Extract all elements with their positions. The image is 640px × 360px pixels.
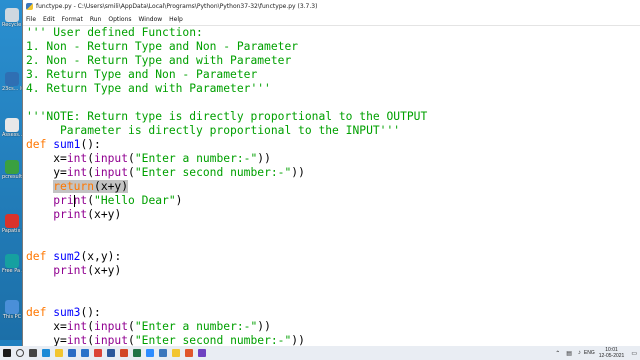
code-line[interactable]: print(x+y) <box>26 264 121 278</box>
network-icon[interactable]: ▤ <box>566 350 572 357</box>
menu-edit[interactable]: Edit <box>43 16 55 23</box>
desktop-icon-label: 23cs... ICSE <box>2 86 22 92</box>
mail-icon[interactable] <box>78 346 91 360</box>
code-line[interactable]: '''NOTE: Return type is directly proport… <box>26 110 427 124</box>
desktop-icon[interactable]: Free Pa Almost <box>2 254 22 274</box>
edge-icon[interactable] <box>39 346 52 360</box>
taskbar: ⌃ ▤ ♪ ENG 10:01 12-05-2021 ▭ <box>0 346 640 360</box>
idle-editor-window: functype.py - C:\Users\smili\AppData\Loc… <box>22 0 640 346</box>
code-line[interactable]: y=int(input("Enter second number:-")) <box>26 334 305 346</box>
code-line[interactable]: Parameter is directly proportional to th… <box>26 124 400 138</box>
menu-options[interactable]: Options <box>108 16 131 23</box>
code-line[interactable]: print(x+y) <box>26 208 121 222</box>
selected-text: return(x+y) <box>53 180 129 193</box>
idle-icon[interactable] <box>169 346 182 360</box>
desktop-icon[interactable]: Assess... Details <box>2 118 22 138</box>
window-title: functype.py - C:\Users\smili\AppData\Loc… <box>36 3 318 10</box>
desktop-app-icon <box>5 160 19 174</box>
volume-icon[interactable]: ♪ <box>578 350 581 356</box>
powerpoint-icon[interactable] <box>117 346 130 360</box>
language-indicator[interactable]: ENG <box>584 350 595 356</box>
desktop-icon-label: pcresult <box>2 174 22 180</box>
code-line[interactable]: 1. Non - Return Type and Non - Parameter <box>26 40 298 54</box>
menu-help[interactable]: Help <box>169 16 183 23</box>
desktop-icon[interactable]: 23cs... ICSE <box>2 72 22 92</box>
code-line[interactable]: def sum3(): <box>26 306 101 320</box>
desktop-icon[interactable]: pcresult <box>2 160 22 180</box>
code-line[interactable]: 3. Return Type and Non - Parameter <box>26 68 257 82</box>
desktop-app-icon <box>5 300 19 314</box>
clock[interactable]: 10:01 12-05-2021 <box>599 347 625 359</box>
menu-file[interactable]: File <box>26 16 36 23</box>
excel-icon[interactable] <box>130 346 143 360</box>
code-line[interactable]: return(x+y) <box>26 180 129 194</box>
word-icon[interactable] <box>104 346 117 360</box>
zoom-icon[interactable] <box>143 346 156 360</box>
search-icon[interactable] <box>13 346 26 360</box>
code-line[interactable]: x=int(input("Enter a number:-")) <box>26 320 271 334</box>
desktop-icon[interactable]: Recycle Bin <box>2 8 22 28</box>
desktop-app-icon <box>5 254 19 268</box>
desktop-icon[interactable]: This PC <box>2 300 22 320</box>
title-bar[interactable]: functype.py - C:\Users\smili\AppData\Loc… <box>23 0 640 13</box>
desktop-icon-label: Recycle Bin <box>2 22 22 28</box>
media-icon[interactable] <box>182 346 195 360</box>
windows-start-icon[interactable] <box>0 346 13 360</box>
desktop-icon-label: Papatix Zoom <box>2 228 22 234</box>
chrome-icon[interactable] <box>91 346 104 360</box>
desktop-app-icon <box>5 8 19 22</box>
desktop-app-icon <box>5 214 19 228</box>
code-line[interactable]: 4. Return Type and with Parameter''' <box>26 82 271 96</box>
code-line[interactable]: y=int(input("Enter second number:-")) <box>26 166 305 180</box>
system-tray: ⌃ ▤ ♪ ENG 10:01 12-05-2021 ▭ <box>552 347 640 359</box>
code-line[interactable]: def sum2(x,y): <box>26 250 121 264</box>
desktop-icon-label: This PC <box>2 314 22 320</box>
code-editor[interactable]: ''' User defined Function: 1. Non - Retur… <box>23 25 640 346</box>
code-line[interactable]: print("Hello Dear") <box>26 194 182 208</box>
code-line[interactable]: def sum1(): <box>26 138 101 152</box>
desktop-icon-label: Free Pa Almost <box>2 268 22 274</box>
desktop-icon-label: Assess... Details <box>2 132 22 138</box>
python-icon[interactable] <box>156 346 169 360</box>
desktop-icon[interactable]: Papatix Zoom <box>2 214 22 234</box>
code-line[interactable]: x=int(input("Enter a number:-")) <box>26 152 271 166</box>
store-icon[interactable] <box>65 346 78 360</box>
paint-icon[interactable] <box>195 346 208 360</box>
menu-run[interactable]: Run <box>90 16 102 23</box>
notification-icon[interactable]: ▭ <box>631 350 637 357</box>
desktop-app-icon <box>5 118 19 132</box>
task-view-icon[interactable] <box>26 346 39 360</box>
code-line[interactable]: ''' User defined Function: <box>26 26 203 40</box>
file-explorer-icon[interactable] <box>52 346 65 360</box>
desktop-app-icon <box>5 72 19 86</box>
menu-format[interactable]: Format <box>62 16 83 23</box>
clock-date: 12-05-2021 <box>598 353 625 359</box>
text-cursor <box>73 195 75 207</box>
python-icon <box>26 3 33 10</box>
desktop-icon-strip: Recycle Bin 23cs... ICSE Assess... Details… <box>0 0 24 340</box>
chevron-up-icon[interactable]: ⌃ <box>555 350 560 357</box>
menu-window[interactable]: Window <box>139 16 163 23</box>
code-line[interactable]: 2. Non - Return Type and with Parameter <box>26 54 291 68</box>
